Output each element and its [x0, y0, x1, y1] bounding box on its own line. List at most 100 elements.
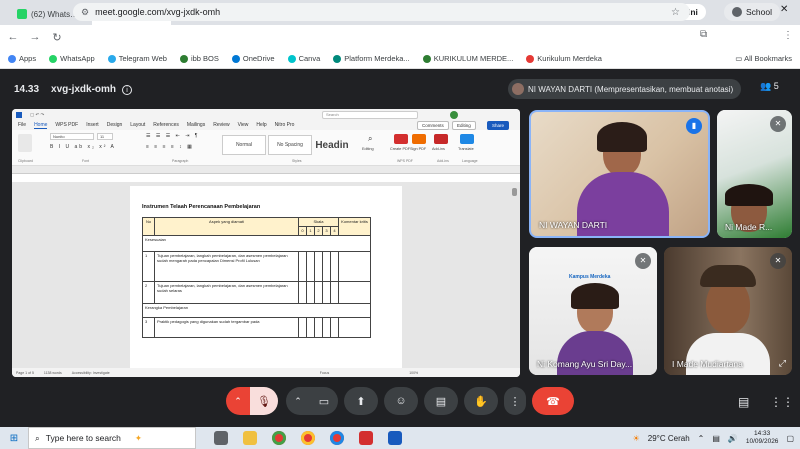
camera-icon[interactable]: ▭	[310, 387, 338, 415]
row-no: 1	[142, 251, 155, 282]
translate-icon[interactable]	[460, 134, 474, 144]
taskbar-search[interactable]: ⌕ Type here to search ✦	[28, 427, 196, 449]
share-button[interactable]: Share	[487, 121, 510, 130]
all-bookmarks-link[interactable]: ▭ All Bookmarks	[735, 54, 792, 63]
back-icon[interactable]: ←	[2, 31, 24, 43]
font-name-select[interactable]: Nunito	[50, 133, 94, 140]
participant-tile-speaker[interactable]: ▮ NI WAYAN DARTI	[529, 110, 710, 238]
word-menu-item[interactable]: Review	[213, 122, 229, 129]
word-menu-item[interactable]: Help	[256, 122, 266, 129]
tray-chevron-icon[interactable]: ⌃	[698, 434, 705, 443]
presenter-chip[interactable]: NI WAYAN DARTI (Mempresentasikan, membua…	[508, 79, 742, 99]
volume-icon[interactable]: 🔊	[728, 434, 738, 443]
word-user-avatar	[450, 111, 458, 119]
more-menu-icon[interactable]: ⋮	[783, 30, 793, 41]
sign-pdf-icon[interactable]	[412, 134, 426, 144]
chrome-icon-3[interactable]	[330, 431, 344, 445]
bookmark-item[interactable]: Platform Merdeka...	[333, 54, 410, 63]
clock-time: 14:33	[754, 430, 771, 437]
align-icons[interactable]: ≡ ≡ ≡ ≡ ↕ ▦	[146, 144, 194, 150]
word-menu-item[interactable]: Layout	[130, 122, 145, 129]
word-menu-item[interactable]: File	[18, 122, 26, 129]
mic-muted-icon[interactable]: 🎙	[250, 387, 278, 415]
weather-text[interactable]: 29°C Cerah	[648, 434, 690, 443]
muted-mic-icon: ✕	[770, 253, 786, 269]
notification-icon[interactable]: ▢	[786, 434, 794, 443]
word-menu-item[interactable]: WPS PDF	[55, 122, 78, 129]
reload-icon[interactable]: ↻	[46, 31, 68, 44]
add-ins-icon[interactable]	[434, 134, 448, 144]
word-search-box[interactable]: Search	[322, 111, 418, 119]
camera-options-chevron-icon[interactable]: ⌃	[286, 387, 310, 415]
more-options-icon[interactable]: ⋮	[504, 387, 526, 415]
leave-call-icon[interactable]: ☎	[532, 387, 574, 415]
word-menu-item[interactable]: References	[153, 122, 179, 129]
url-omnibox[interactable]: ⚙ meet.google.com/xvg-jxdk-omh ☆	[73, 3, 690, 21]
bookmark-item[interactable]: KURIKULUM MERDE...	[422, 54, 513, 63]
participants-count[interactable]: 👥 5	[760, 81, 779, 92]
word-menu-item[interactable]: Design	[107, 122, 123, 129]
clock-date: 10/09/2026	[745, 438, 779, 445]
bookmark-label: Platform Merdeka...	[344, 54, 410, 63]
word-menu-item[interactable]: Insert	[86, 122, 99, 129]
chat-icon[interactable]: ▤	[738, 395, 749, 409]
word-titlebar: ▢ ↶ ↷ Search	[12, 109, 520, 120]
word-menu-item[interactable]: Nitro Pro	[275, 122, 295, 129]
word-app-icon[interactable]	[388, 431, 402, 445]
comments-button[interactable]: Comments	[417, 121, 449, 130]
chrome-icon[interactable]	[272, 431, 286, 445]
file-explorer-icon[interactable]	[243, 431, 257, 445]
vertical-scrollbar[interactable]	[512, 188, 517, 196]
font-format-icons[interactable]: B I U ab x₂ x² A	[50, 144, 116, 150]
paragraph-icons[interactable]: ☰ ☰ ☰ ⇤ ⇥ ¶	[146, 133, 199, 139]
style-normal[interactable]: Normal	[222, 135, 266, 155]
close-window-icon[interactable]: ✕	[780, 4, 788, 15]
accessibility-status[interactable]: Accessibility: Investigate	[72, 371, 110, 375]
chrome-icon-2[interactable]	[301, 431, 315, 445]
style-no-spacing[interactable]: No Spacing	[268, 135, 312, 155]
word-menu-item[interactable]: View	[238, 122, 249, 129]
paste-icon[interactable]	[18, 134, 32, 152]
windows-start-icon[interactable]: ⊞	[0, 433, 28, 444]
create-pdf-icon[interactable]	[394, 134, 408, 144]
editing-button[interactable]: Editing	[452, 121, 476, 130]
bookmark-item[interactable]: Kurikulum Merdeka	[526, 54, 602, 63]
participant-tile[interactable]: Kampus Merdeka ✕ Ni Komang Ayu Sri Day..…	[529, 247, 657, 375]
participant-name: Ni Komang Ayu Sri Day...	[537, 359, 633, 369]
word-menu-item[interactable]: Home	[34, 122, 48, 129]
site-info-icon[interactable]: ⚙	[81, 7, 89, 18]
participant-tile[interactable]: ✕ Ni Made R...	[717, 110, 792, 238]
focus-mode[interactable]: Focus	[320, 371, 330, 375]
font-size-select[interactable]: 11	[97, 133, 113, 140]
profile-button[interactable]: School	[724, 3, 780, 21]
find-icon[interactable]: ⌕	[368, 134, 382, 144]
present-screen-icon[interactable]: ⬆	[344, 387, 378, 415]
captions-icon[interactable]: ▤	[424, 387, 458, 415]
network-icon[interactable]: ▤	[712, 434, 720, 443]
participant-tile[interactable]: ✕ I Made Mudiartana ⤢	[664, 247, 792, 375]
bookmark-star-icon[interactable]: ☆	[671, 7, 680, 18]
info-icon[interactable]: i	[122, 84, 133, 95]
clock[interactable]: 14:33 10/09/2026	[746, 430, 779, 446]
extensions-icon[interactable]: ⧉	[700, 29, 707, 40]
forward-icon[interactable]: →	[24, 31, 46, 43]
word-menu-item[interactable]: Mailings	[187, 122, 205, 129]
tab-favicon-icon	[17, 9, 27, 19]
bookmark-item[interactable]: Canva	[287, 54, 320, 63]
pdf-app-icon[interactable]	[359, 431, 373, 445]
pin-icon[interactable]: ⤢	[779, 358, 786, 369]
bookmark-item[interactable]: WhatsApp	[49, 54, 95, 63]
emoji-reaction-icon[interactable]: ☺	[384, 387, 418, 415]
word-count: 1138 words	[43, 370, 62, 375]
mic-options-chevron-icon[interactable]: ⌃	[226, 387, 250, 415]
zoom-level[interactable]: 100%	[409, 371, 418, 375]
task-view-icon[interactable]	[214, 431, 228, 445]
bookmark-item[interactable]: ibb BOS	[179, 54, 219, 63]
bookmark-item[interactable]: OneDrive	[231, 54, 275, 63]
bookmark-item[interactable]: Apps	[8, 54, 36, 63]
activities-icon[interactable]: ⋮⋮	[770, 395, 794, 409]
raise-hand-icon[interactable]: ✋	[464, 387, 498, 415]
style-heading[interactable]: Headin	[314, 135, 350, 155]
bookmark-item[interactable]: Telegram Web	[107, 54, 167, 63]
tab-title: (62) WhatsApp	[31, 9, 78, 19]
